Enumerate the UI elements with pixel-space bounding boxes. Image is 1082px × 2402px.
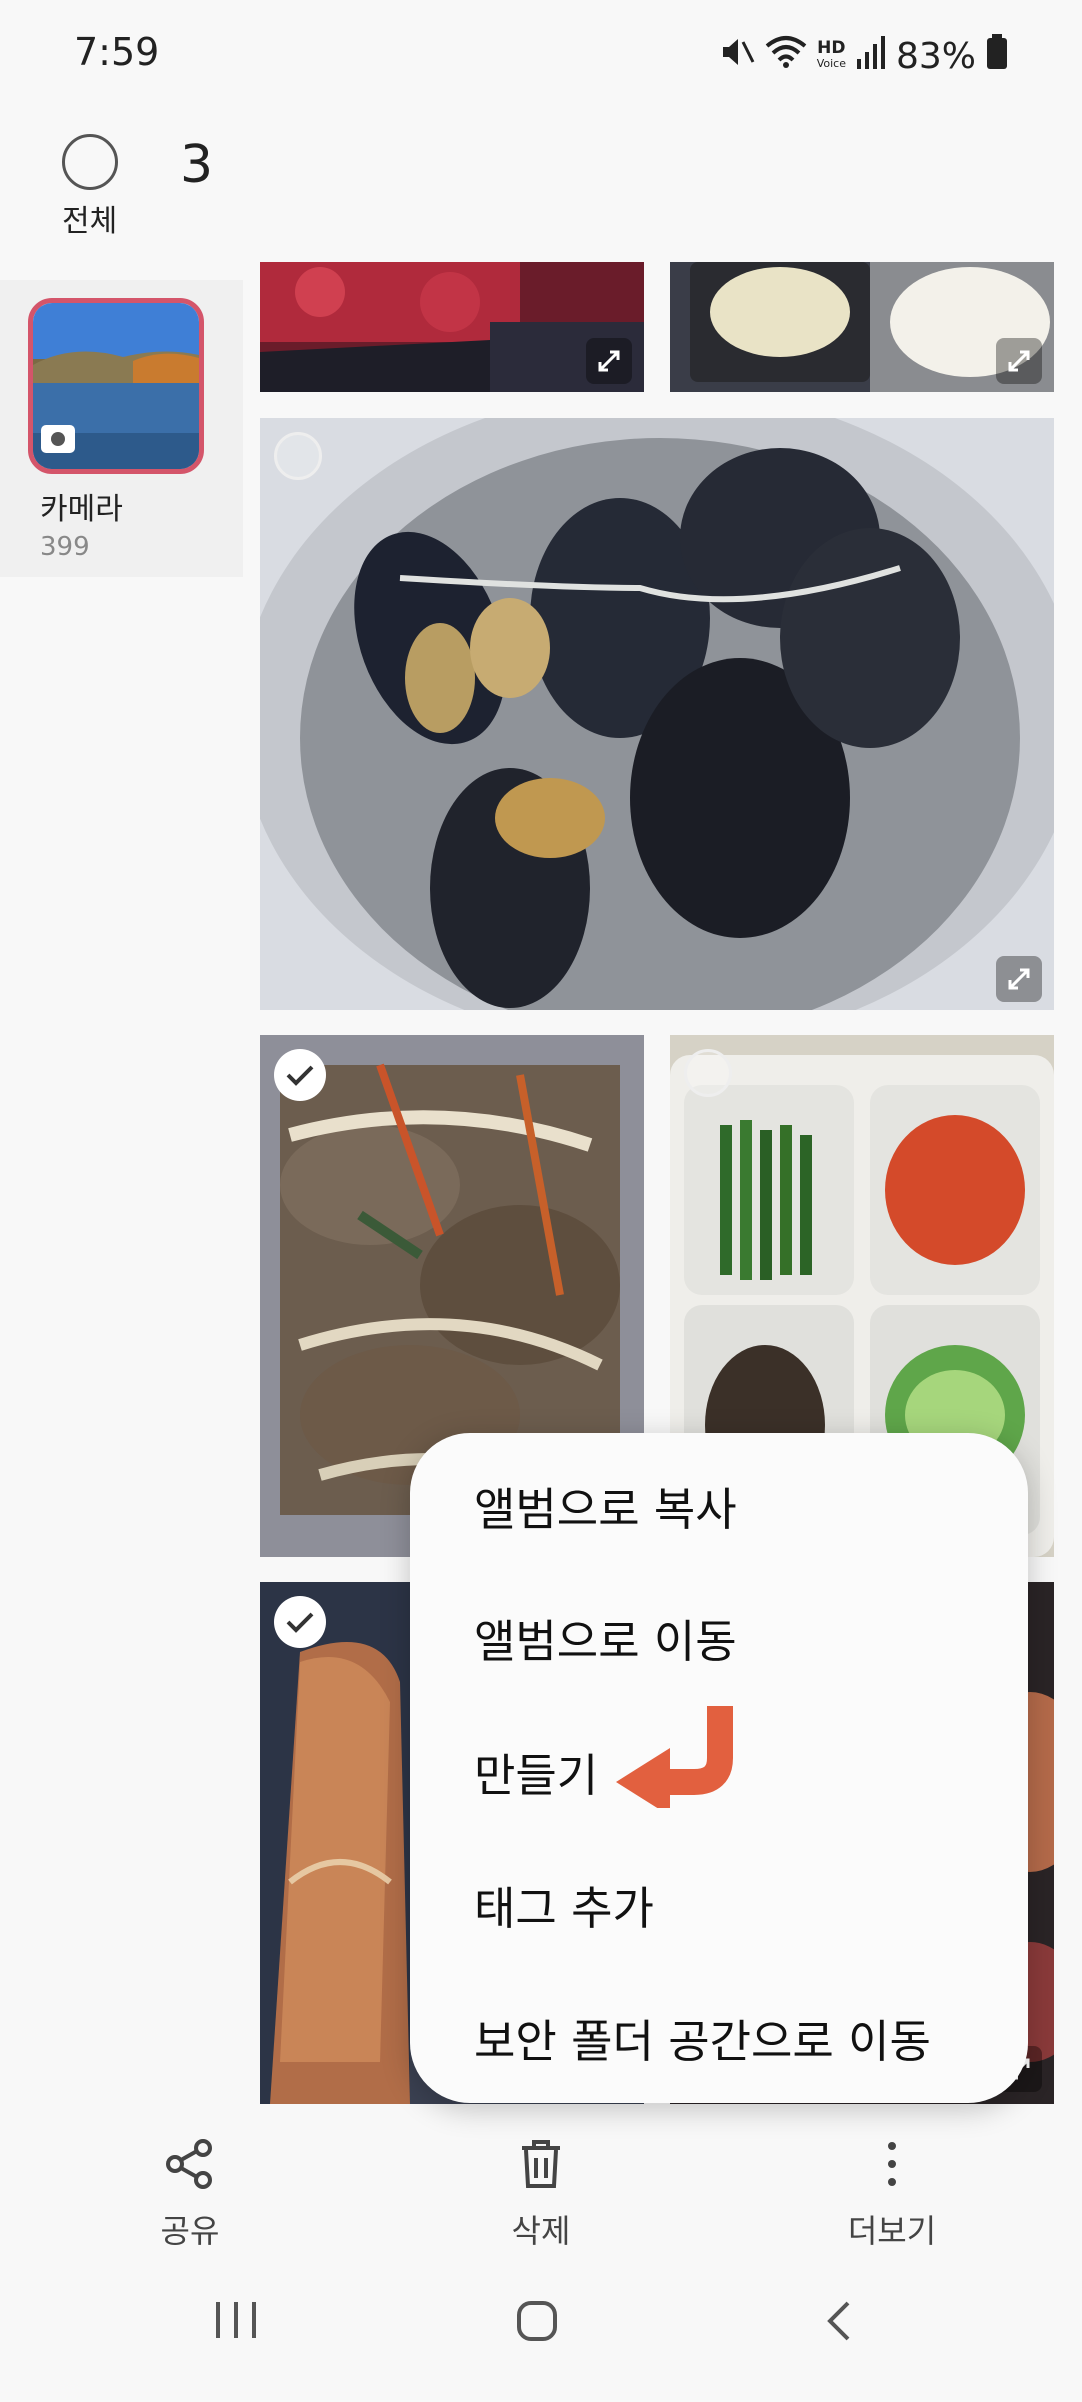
select-checkbox[interactable]	[274, 432, 322, 480]
signal-icon	[856, 35, 886, 78]
voice-label: Voice	[816, 57, 846, 70]
expand-icon[interactable]	[996, 338, 1042, 384]
delete-label: 삭제	[511, 2212, 571, 2250]
home-icon	[517, 2301, 557, 2341]
delete-button[interactable]: 삭제	[461, 2138, 621, 2252]
photo-tile[interactable]	[670, 262, 1054, 392]
trash-icon	[522, 2140, 560, 2188]
photo-tile[interactable]	[260, 262, 644, 392]
home-button[interactable]	[516, 2300, 558, 2346]
back-button[interactable]	[824, 2300, 854, 2346]
select-all-label: 전체	[62, 204, 118, 239]
mussel-soup-photo	[260, 418, 1054, 1010]
album-thumbnail-camera[interactable]	[28, 298, 204, 474]
context-menu: 앨범으로 복사 앨범으로 이동 만들기 태그 추가 보안 폴더 공간으로 이동	[410, 1433, 1028, 2103]
select-checkbox[interactable]	[684, 1049, 732, 1097]
hd-voice-icon: HD Voice	[817, 40, 846, 72]
menu-item-add-tag[interactable]: 태그 추가	[474, 1872, 654, 1937]
expand-icon[interactable]	[586, 338, 632, 384]
menu-item-create[interactable]: 만들기	[474, 1739, 598, 1804]
more-button[interactable]: 더보기	[812, 2138, 972, 2252]
wifi-icon	[765, 34, 807, 79]
camera-icon	[41, 425, 75, 453]
more-vertical-icon	[888, 2142, 896, 2186]
menu-item-move-to-secure-folder[interactable]: 보안 폴더 공간으로 이동	[474, 2005, 931, 2070]
selected-check-icon[interactable]	[274, 1049, 326, 1101]
album-count: 399	[40, 532, 90, 562]
photo-tile[interactable]	[260, 418, 1054, 1010]
album-name: 카메라	[40, 492, 123, 527]
recent-apps-button[interactable]	[214, 2300, 258, 2344]
recent-apps-icon	[216, 2302, 256, 2338]
battery-percent: 83%	[895, 35, 976, 77]
mute-icon	[719, 34, 755, 79]
status-icons: HD Voice 83%	[719, 30, 1008, 82]
battery-icon	[986, 33, 1008, 79]
share-button[interactable]: 공유	[110, 2138, 270, 2252]
selected-check-icon[interactable]	[274, 1596, 326, 1648]
share-icon	[166, 2139, 212, 2189]
more-label: 더보기	[847, 2212, 937, 2250]
arrow-icon	[616, 1698, 746, 1816]
expand-icon[interactable]	[996, 956, 1042, 1002]
select-all-checkbox[interactable]	[62, 134, 118, 190]
selected-count: 3	[180, 135, 214, 195]
menu-item-copy-to-album[interactable]: 앨범으로 복사	[474, 1473, 737, 1538]
menu-item-move-to-album[interactable]: 앨범으로 이동	[474, 1605, 737, 1670]
back-icon	[827, 2301, 850, 2341]
status-time: 7:59	[74, 30, 160, 74]
share-label: 공유	[160, 2212, 220, 2250]
hd-label: HD	[817, 38, 846, 58]
